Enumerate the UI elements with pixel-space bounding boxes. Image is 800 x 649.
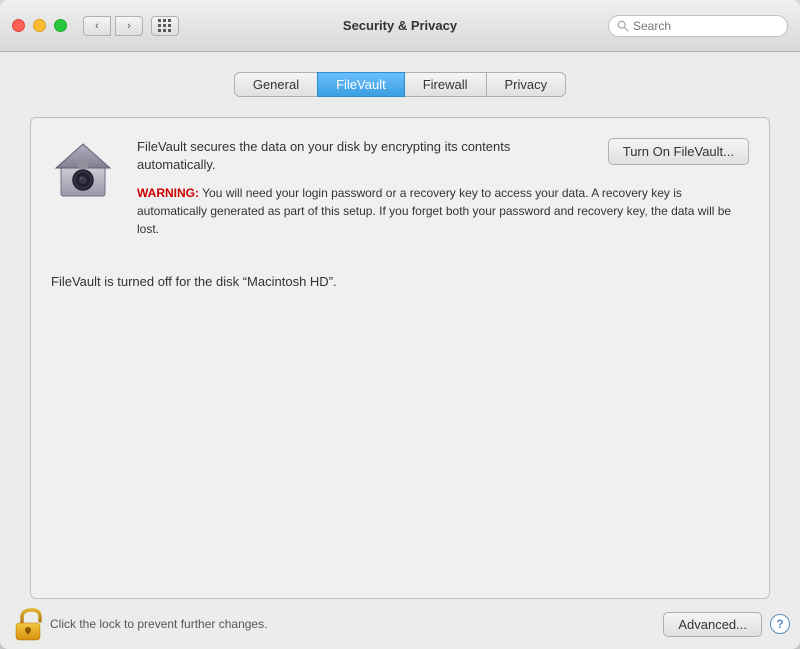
window: ‹ › Security & Privacy (0, 0, 800, 649)
footer: Click the lock to prevent further change… (0, 599, 800, 649)
back-button[interactable]: ‹ (83, 16, 111, 36)
grid-button[interactable] (151, 16, 179, 36)
search-input[interactable] (633, 19, 779, 33)
tab-privacy[interactable]: Privacy (486, 72, 567, 97)
nav-buttons: ‹ › (83, 16, 143, 36)
panel-header-row: FileVault secures the data on your disk … (137, 138, 749, 184)
advanced-button[interactable]: Advanced... (663, 612, 762, 637)
titlebar: ‹ › Security & Privacy (0, 0, 800, 52)
window-title: Security & Privacy (343, 18, 457, 33)
back-icon: ‹ (95, 20, 99, 32)
tab-filevault[interactable]: FileVault (317, 72, 405, 97)
help-button[interactable]: ? (770, 614, 790, 634)
turn-on-filevault-button[interactable]: Turn On FileVault... (608, 138, 749, 165)
forward-icon: › (127, 20, 131, 32)
tab-firewall[interactable]: Firewall (404, 72, 487, 97)
minimize-button[interactable] (33, 19, 46, 32)
lock-button[interactable] (10, 606, 46, 642)
warning-body: You will need your login password or a r… (137, 186, 731, 236)
house-icon (51, 138, 115, 202)
search-box[interactable] (608, 15, 788, 37)
grid-icon (158, 19, 172, 33)
forward-button[interactable]: › (115, 16, 143, 36)
search-icon (617, 20, 629, 32)
close-button[interactable] (12, 19, 25, 32)
lock-icon (14, 607, 42, 641)
tabs: General FileVault Firewall Privacy (30, 72, 770, 97)
warning-text: WARNING: You will need your login passwo… (137, 184, 749, 238)
tab-general[interactable]: General (234, 72, 318, 97)
warning-label: WARNING: (137, 186, 199, 200)
filevault-panel: FileVault secures the data on your disk … (30, 117, 770, 599)
traffic-lights (12, 19, 67, 32)
content: General FileVault Firewall Privacy (0, 52, 800, 599)
description-text: FileVault secures the data on your disk … (137, 138, 592, 174)
maximize-button[interactable] (54, 19, 67, 32)
footer-right: Advanced... ? (663, 612, 790, 637)
panel-top: FileVault secures the data on your disk … (51, 138, 749, 238)
filevault-icon (51, 138, 121, 208)
status-text: FileVault is turned off for the disk “Ma… (51, 274, 749, 289)
panel-text-area: FileVault secures the data on your disk … (137, 138, 749, 238)
footer-lock-text: Click the lock to prevent further change… (50, 617, 267, 631)
